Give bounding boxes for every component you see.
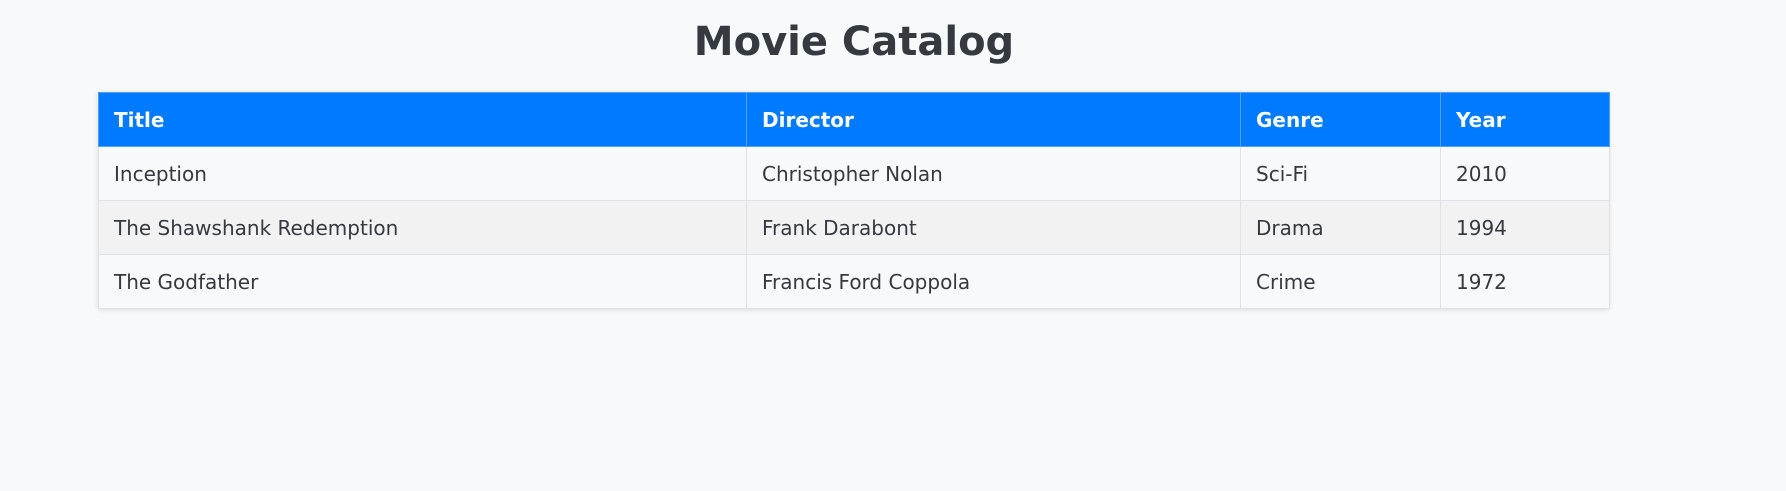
cell-title: The Shawshank Redemption [98,200,747,255]
cell-year: 1972 [1440,254,1610,309]
cell-year: 1994 [1440,200,1610,255]
table-row: The Godfather Francis Ford Coppola Crime… [98,254,1610,309]
cell-title: Inception [98,146,747,201]
movie-table-container: Title Director Genre Year Inception Chri… [98,92,1610,309]
column-header-genre: Genre [1240,92,1441,147]
column-header-year: Year [1440,92,1610,147]
cell-genre: Drama [1240,200,1441,255]
movie-table: Title Director Genre Year Inception Chri… [98,92,1610,309]
page-title: Movie Catalog [693,19,1015,65]
table-header-row: Title Director Genre Year [98,92,1610,147]
table-row: The Shawshank Redemption Frank Darabont … [98,200,1610,255]
cell-director: Francis Ford Coppola [746,254,1241,309]
column-header-director: Director [746,92,1241,147]
cell-director: Christopher Nolan [746,146,1241,201]
column-header-title: Title [98,92,747,147]
cell-director: Frank Darabont [746,200,1241,255]
cell-genre: Crime [1240,254,1441,309]
cell-year: 2010 [1440,146,1610,201]
cell-genre: Sci-Fi [1240,146,1441,201]
table-row: Inception Christopher Nolan Sci-Fi 2010 [98,146,1610,201]
cell-title: The Godfather [98,254,747,309]
